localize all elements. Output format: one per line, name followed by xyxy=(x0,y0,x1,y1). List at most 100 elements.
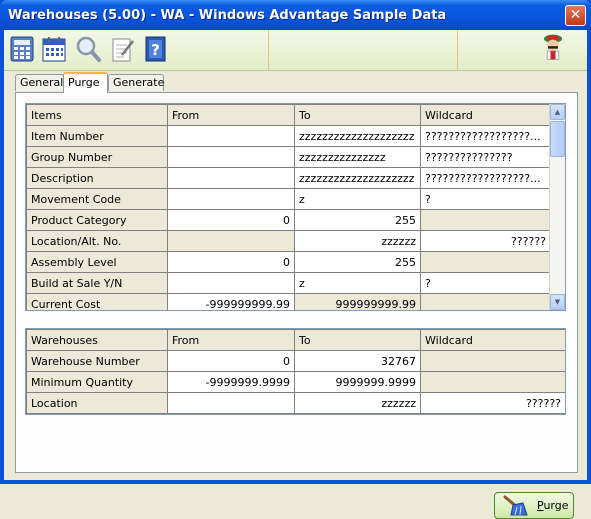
notepad-icon[interactable] xyxy=(108,35,136,63)
warehouses-table: Warehouses From To Wildcard Warehouse Nu… xyxy=(26,329,565,414)
app-window: Warehouses (5.00) - WA - Windows Advanta… xyxy=(0,0,591,519)
row-label: Product Category xyxy=(26,209,168,231)
help-glyph: ? xyxy=(151,41,160,59)
wildcard-cell[interactable]: ??????????????? xyxy=(420,146,551,168)
column-header-from[interactable]: From xyxy=(167,104,295,126)
from-cell[interactable]: -9999999.9999 xyxy=(167,371,295,393)
wildcard-cell xyxy=(420,371,565,393)
toolbar-divider xyxy=(457,30,458,70)
items-grid: Items From To Wildcard Item Number zzzzz… xyxy=(25,103,566,311)
row-label: Warehouse Number xyxy=(26,350,168,372)
items-header-row: Items From To Wildcard xyxy=(26,104,551,126)
from-cell[interactable]: 0 xyxy=(167,350,295,372)
from-cell[interactable]: 0 xyxy=(167,209,295,231)
wildcard-cell xyxy=(420,293,551,310)
row-label: Location xyxy=(26,392,168,414)
table-row: Movement Code z ? xyxy=(26,188,551,210)
row-label: Group Number xyxy=(26,146,168,168)
table-row: Product Category 0 255 xyxy=(26,209,551,231)
row-label: Item Number xyxy=(26,125,168,147)
column-header-warehouses: Warehouses xyxy=(26,329,168,351)
to-cell[interactable]: z xyxy=(294,188,421,210)
to-cell[interactable]: zzzzzzzzzzzzzzzzzzzz xyxy=(294,167,421,189)
wildcard-cell xyxy=(420,350,565,372)
help-book-icon[interactable]: ? xyxy=(141,35,169,63)
column-header-from[interactable]: From xyxy=(167,329,295,351)
row-label: Movement Code xyxy=(26,188,168,210)
wildcard-cell xyxy=(420,251,551,273)
table-row: Description zzzzzzzzzzzzzzzzzzzz ???????… xyxy=(26,167,551,189)
table-row: Location zzzzzz ?????? xyxy=(26,392,565,414)
table-row: Location/Alt. No. zzzzzz ?????? xyxy=(26,230,551,252)
tab-purge[interactable]: Purge xyxy=(63,72,108,93)
scroll-down-arrow-icon[interactable]: ▼ xyxy=(550,294,565,310)
wildcard-cell[interactable]: ? xyxy=(420,272,551,294)
purge-button[interactable]: Purge xyxy=(494,492,574,519)
calendar-icon[interactable] xyxy=(40,35,68,63)
toolbar-divider xyxy=(268,30,269,70)
wildcard-cell[interactable]: ?????? xyxy=(420,392,565,414)
table-row: Warehouse Number 0 32767 xyxy=(26,350,565,372)
wildcard-cell[interactable]: ??????????????????... xyxy=(420,167,551,189)
table-row: Assembly Level 0 255 xyxy=(26,251,551,273)
items-scrollbar[interactable]: ▲ ▼ xyxy=(549,104,565,310)
to-cell[interactable]: z xyxy=(294,272,421,294)
warehouses-grid: Warehouses From To Wildcard Warehouse Nu… xyxy=(25,328,566,415)
table-row: Build at Sale Y/N z ? xyxy=(26,272,551,294)
from-cell[interactable] xyxy=(167,125,295,147)
to-cell[interactable]: zzzzzz xyxy=(294,230,421,252)
table-row: Item Number zzzzzzzzzzzzzzzzzzzz ???????… xyxy=(26,125,551,147)
row-label: Current Cost xyxy=(26,293,168,310)
column-header-wildcard[interactable]: Wildcard xyxy=(420,329,565,351)
scroll-thumb[interactable] xyxy=(550,121,565,157)
mascot-icon xyxy=(539,33,571,67)
title-bar[interactable]: Warehouses (5.00) - WA - Windows Advanta… xyxy=(0,0,591,30)
tab-general[interactable]: General xyxy=(15,74,64,91)
from-cell[interactable] xyxy=(167,167,295,189)
to-cell[interactable]: 32767 xyxy=(294,350,421,372)
column-header-wildcard[interactable]: Wildcard xyxy=(420,104,551,126)
purge-panel: Items From To Wildcard Item Number zzzzz… xyxy=(15,92,578,519)
from-cell[interactable] xyxy=(167,272,295,294)
to-cell[interactable]: 999999999.99 xyxy=(294,293,421,310)
from-cell[interactable] xyxy=(167,146,295,168)
tab-generate[interactable]: Generate xyxy=(108,74,164,91)
scroll-up-arrow-icon[interactable]: ▲ xyxy=(550,104,565,120)
from-cell[interactable]: -999999999.99 xyxy=(167,293,295,310)
column-header-to[interactable]: To xyxy=(294,329,421,351)
to-cell[interactable]: zzzzzzzzzzzzzzz xyxy=(294,146,421,168)
magnifier-icon[interactable] xyxy=(74,35,102,63)
column-header-to[interactable]: To xyxy=(294,104,421,126)
window-title: Warehouses (5.00) - WA - Windows Advanta… xyxy=(8,8,447,23)
row-label: Description xyxy=(26,167,168,189)
from-cell[interactable] xyxy=(167,392,295,414)
wildcard-cell[interactable]: ? xyxy=(420,188,551,210)
to-cell[interactable]: 255 xyxy=(294,209,421,231)
from-cell xyxy=(167,230,295,252)
row-label: Build at Sale Y/N xyxy=(26,272,168,294)
wildcard-cell[interactable]: ??????????????????... xyxy=(420,125,551,147)
to-cell[interactable]: 9999999.9999 xyxy=(294,371,421,393)
column-header-items: Items xyxy=(26,104,168,126)
row-label: Assembly Level xyxy=(26,251,168,273)
table-row: Minimum Quantity -9999999.9999 9999999.9… xyxy=(26,371,565,393)
table-row: Group Number zzzzzzzzzzzzzzz ???????????… xyxy=(26,146,551,168)
purge-button-label: Purge xyxy=(537,499,569,512)
wildcard-cell[interactable]: ?????? xyxy=(420,230,551,252)
from-cell[interactable] xyxy=(167,188,295,210)
to-cell[interactable]: 255 xyxy=(294,251,421,273)
items-table: Items From To Wildcard Item Number zzzzz… xyxy=(26,104,551,310)
row-label: Minimum Quantity xyxy=(26,371,168,393)
to-cell[interactable]: zzzzzzzzzzzzzzzzzzzz xyxy=(294,125,421,147)
table-row: Current Cost -999999999.99 999999999.99 xyxy=(26,293,551,310)
calculator-icon[interactable] xyxy=(8,35,36,63)
warehouses-header-row: Warehouses From To Wildcard xyxy=(26,329,565,351)
close-button[interactable]: ✕ xyxy=(565,5,586,26)
broom-icon xyxy=(503,495,528,516)
toolbar: ? xyxy=(4,30,587,71)
client-area: ? General Purge Generate Items From To W… xyxy=(4,30,587,519)
to-cell[interactable]: zzzzzz xyxy=(294,392,421,414)
from-cell[interactable]: 0 xyxy=(167,251,295,273)
wildcard-cell xyxy=(420,209,551,231)
purge-label-rest: urge xyxy=(543,499,569,512)
